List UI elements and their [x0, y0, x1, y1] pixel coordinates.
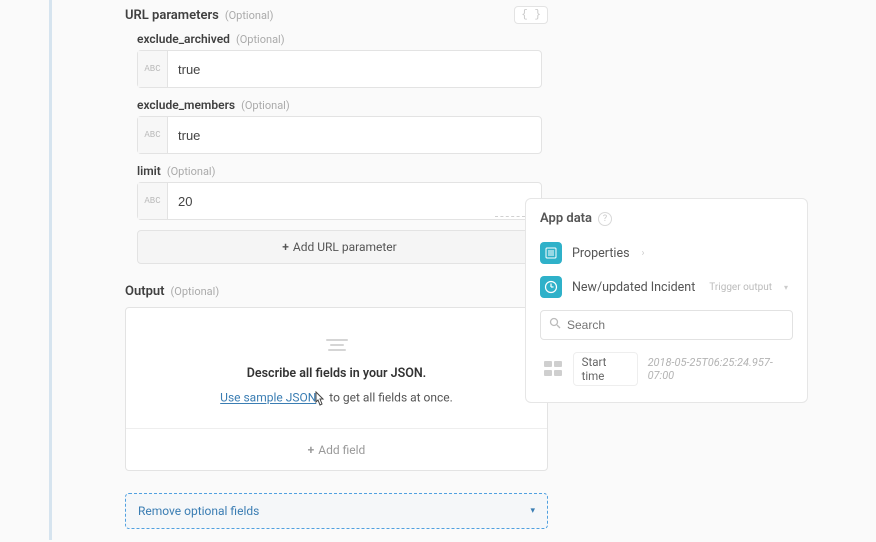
result-name: Start time — [573, 352, 638, 386]
param-input-wrap: ABC — [137, 50, 542, 88]
output-optional: (Optional) — [171, 285, 220, 298]
incident-label: New/updated Incident — [572, 280, 695, 295]
param-input-limit[interactable] — [168, 183, 541, 219]
search-icon — [549, 317, 561, 333]
remove-optional-fields-button[interactable]: Remove optional fields ▾ — [125, 493, 548, 529]
param-input-exclude-members[interactable] — [168, 117, 541, 153]
output-describe-text: Describe all fields in your JSON. — [144, 366, 529, 381]
plus-icon: + — [308, 443, 315, 457]
param-optional: (Optional) — [167, 165, 216, 178]
param-label: limit — [137, 164, 161, 178]
code-toggle-button[interactable]: { } — [514, 6, 548, 24]
table-icon — [544, 361, 563, 377]
url-parameters-optional: (Optional) — [225, 9, 274, 22]
output-box: Describe all fields in your JSON. Use sa… — [125, 307, 548, 471]
caret-down-icon: ▾ — [530, 506, 535, 516]
properties-item[interactable]: Properties › — [540, 236, 793, 270]
incident-item[interactable]: New/updated Incident Trigger output ▾ — [540, 270, 793, 304]
param-input-exclude-archived[interactable] — [168, 51, 541, 87]
chevron-right-icon: › — [642, 248, 645, 259]
caret-down-icon: ▾ — [784, 283, 788, 292]
properties-label: Properties — [572, 246, 630, 261]
cursor-pointer-icon — [312, 391, 326, 410]
remove-optional-fields-label: Remove optional fields — [138, 504, 259, 518]
output-subtext: Use sample JSON to get all fields at onc… — [144, 387, 529, 410]
search-input[interactable] — [567, 318, 784, 332]
param-input-wrap: ABC — [137, 116, 542, 154]
param-group-exclude-members: exclude_members (Optional) ABC — [137, 98, 852, 154]
trigger-output-badge: Trigger output — [709, 282, 772, 293]
add-url-parameter-button[interactable]: + Add URL parameter — [137, 230, 542, 264]
url-parameters-label: URL parameters — [125, 8, 219, 23]
connector-line — [495, 216, 525, 217]
add-field-label: Add field — [318, 443, 365, 457]
type-badge: ABC — [138, 51, 168, 87]
type-badge: ABC — [138, 117, 168, 153]
url-parameters-header: URL parameters (Optional) { } — [125, 6, 548, 24]
json-fields-icon — [323, 336, 351, 356]
output-label: Output — [125, 284, 165, 299]
add-field-button[interactable]: + Add field — [126, 428, 547, 470]
param-group-exclude-archived: exclude_archived (Optional) ABC — [137, 32, 852, 88]
output-subtext-suffix: to get all fields at once. — [326, 391, 453, 405]
type-badge: ABC — [138, 183, 168, 219]
param-label: exclude_members — [137, 98, 235, 112]
use-sample-json-link[interactable]: Use sample JSON — [220, 391, 316, 405]
plus-icon: + — [282, 240, 289, 254]
result-value: 2018-05-25T06:25:24.957-07:00 — [648, 356, 789, 382]
help-icon[interactable]: ? — [598, 212, 612, 226]
result-row[interactable]: Start time 2018-05-25T06:25:24.957-07:00 — [540, 350, 793, 388]
param-optional: (Optional) — [236, 33, 285, 46]
app-data-title: App data — [540, 211, 592, 226]
param-input-wrap: ABC — [137, 182, 542, 220]
add-url-parameter-label: Add URL parameter — [293, 240, 397, 254]
search-wrap[interactable] — [540, 310, 793, 340]
list-icon — [540, 242, 562, 264]
clock-icon — [540, 276, 562, 298]
param-label: exclude_archived — [137, 32, 230, 46]
app-data-panel: App data ? Properties › New/updated Inci… — [525, 198, 808, 403]
param-optional: (Optional) — [241, 99, 290, 112]
